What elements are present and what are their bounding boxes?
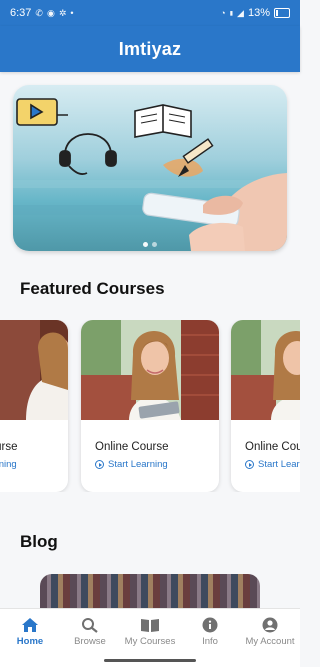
whatsapp-icon: ◉ [46,7,55,18]
start-learning-label: Start Learning [0,459,17,470]
battery-icon [274,8,290,18]
start-learning-link[interactable]: Start Learning [245,459,300,470]
nav-label-info: Info [202,636,218,647]
nav-label-browse: Browse [74,636,106,647]
app-bar: Imtiyaz [0,26,300,72]
home-icon [22,618,38,632]
nav-my-account[interactable]: My Account [240,609,300,655]
course-card[interactable]: Online Course Start Learning [81,320,219,492]
search-icon [82,618,98,633]
start-learning-link[interactable]: Start Learning [0,459,17,470]
volte-icon: ▮ [229,10,234,17]
course-card[interactable]: Online Course Start Learning [231,320,300,492]
course-card[interactable]: Online Course Start Learning [0,320,68,492]
wifi-icon: ◔ [220,8,226,18]
nav-label-my-courses: My Courses [124,636,176,647]
dot-icon: • [70,8,74,18]
carousel-dots [13,242,287,247]
nav-browse[interactable]: Browse [60,609,120,655]
account-icon [262,617,278,633]
missed-call-icon: ✆ [35,7,43,18]
signal-icon: ◢ [237,7,244,18]
book-doodle-icon [134,104,192,138]
carousel-dot[interactable] [152,242,157,247]
headphones-doodle-icon [59,133,117,175]
settings-icon: ✲ [58,7,67,18]
battery-percent: 13% [247,7,270,19]
video-doodle-icon [16,98,68,126]
start-learning-label: Start Learning [108,459,168,470]
blog-heading: Blog [20,532,58,551]
course-photo [231,320,300,420]
play-circle-icon [245,460,254,469]
nav-label-home: Home [16,636,44,647]
course-title: Online Course [0,441,18,453]
bottom-navigation: Home Browse My Courses Info My Account [0,608,300,655]
course-title: Online Course [95,441,169,453]
info-icon [202,617,218,633]
carousel-dot[interactable] [143,242,148,247]
book-icon [141,619,159,632]
course-title: Online Course [245,441,300,453]
course-photo [0,320,68,420]
nav-my-courses[interactable]: My Courses [120,609,180,655]
banner-illustration [13,98,287,251]
nav-label-my-account: My Account [245,636,295,647]
featured-courses-heading: Featured Courses [20,279,165,298]
courses-carousel[interactable]: Online Course Start Learning [0,320,300,492]
start-learning-link[interactable]: Start Learning [95,459,168,470]
nav-info[interactable]: Info [180,609,240,655]
status-time: 6:37 [10,7,32,19]
play-circle-icon [95,460,104,469]
course-photo [81,320,219,420]
pencil-doodle-icon [163,138,214,177]
status-bar: 6:37 ✆ ◉ ✲ • ◔ ▮ ◢ 13% [0,0,300,26]
app-title: Imtiyaz [118,38,182,59]
nav-home[interactable]: Home [0,609,60,655]
start-learning-label: Start Learning [258,459,300,470]
gesture-handle[interactable] [104,659,196,662]
hero-banner[interactable] [13,85,287,251]
